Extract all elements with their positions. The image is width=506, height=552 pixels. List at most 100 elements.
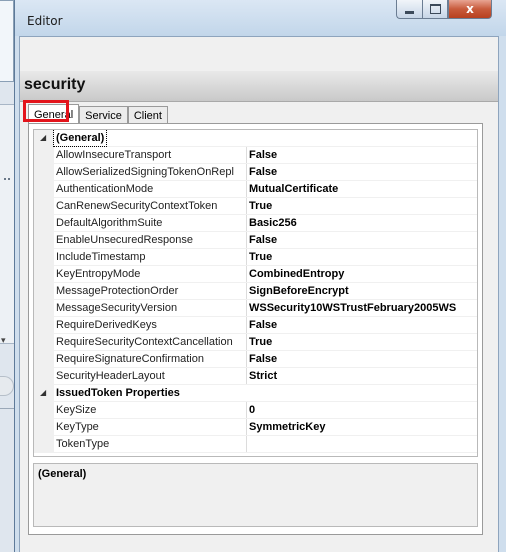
property-row[interactable]: AllowInsecureTransport False <box>34 147 477 164</box>
property-row[interactable]: KeyType SymmetricKey <box>34 419 477 436</box>
property-value[interactable]: SignBeforeEncrypt <box>249 283 349 299</box>
window-client-area: security General Service Client ◢ (Gener… <box>19 36 499 552</box>
grid-gutter <box>34 198 54 214</box>
property-row[interactable]: EnableUnsecuredResponse False <box>34 232 477 249</box>
collapse-triangle-icon[interactable]: ◢ <box>40 130 46 146</box>
property-row[interactable]: MessageProtectionOrder SignBeforeEncrypt <box>34 283 477 300</box>
minimize-icon <box>405 10 414 14</box>
property-name: AllowSerializedSigningTokenOnRepl <box>56 164 247 180</box>
grid-gutter <box>34 368 54 384</box>
property-row[interactable]: RequireSecurityContextCancellation True <box>34 334 477 351</box>
property-value[interactable]: 0 <box>249 402 255 418</box>
tab-label: Client <box>133 109 162 122</box>
property-name: KeySize <box>56 402 247 418</box>
property-value[interactable]: WSSecurity10WSTrustFebruary2005WS <box>249 300 456 316</box>
tab-client[interactable]: Client <box>127 106 168 124</box>
grid-gutter <box>34 283 54 299</box>
section-title: security <box>24 76 86 93</box>
tab-page-general: ◢ (General) AllowInsecureTransport False … <box>28 123 483 535</box>
grid-category-row[interactable]: ◢ IssuedToken Properties <box>34 385 477 402</box>
grid-gutter <box>34 419 54 435</box>
property-value[interactable]: False <box>249 147 277 163</box>
editor-window: Editor x security General Service Client… <box>14 0 506 552</box>
grid-gutter <box>34 164 54 180</box>
property-name: CanRenewSecurityContextToken <box>56 198 247 214</box>
property-row[interactable]: KeySize 0 <box>34 402 477 419</box>
description-pane: (General) <box>33 463 478 527</box>
property-name: TokenType <box>56 436 247 452</box>
background-button[interactable] <box>0 376 14 396</box>
property-name: RequireSecurityContextCancellation <box>56 334 247 350</box>
property-value[interactable]: True <box>249 249 272 265</box>
section-header: security <box>20 71 498 102</box>
property-value[interactable]: True <box>249 334 272 350</box>
property-name: RequireDerivedKeys <box>56 317 247 333</box>
grid-gutter <box>34 402 54 418</box>
property-name: DefaultAlgorithmSuite <box>56 215 247 231</box>
splitter-gripper-icon[interactable] <box>4 178 10 188</box>
property-name: SecurityHeaderLayout <box>56 368 247 384</box>
grid-gutter <box>34 436 54 452</box>
property-name: IncludeTimestamp <box>56 249 247 265</box>
property-name: MessageProtectionOrder <box>56 283 247 299</box>
grid-gutter <box>34 317 54 333</box>
grid-category-row[interactable]: ◢ (General) <box>34 130 477 147</box>
highlight-annotation <box>23 100 69 122</box>
property-row[interactable]: AllowSerializedSigningTokenOnRepl False <box>34 164 477 181</box>
property-value[interactable]: Strict <box>249 368 277 384</box>
chevron-down-icon[interactable]: ▾ <box>1 336 6 346</box>
property-row[interactable]: CanRenewSecurityContextToken True <box>34 198 477 215</box>
window-title: Editor <box>27 14 63 28</box>
grid-gutter: ◢ <box>34 130 54 146</box>
property-value[interactable]: Basic256 <box>249 215 297 231</box>
property-value[interactable]: SymmetricKey <box>249 419 325 435</box>
property-row[interactable]: MessageSecurityVersion WSSecurity10WSTrus… <box>34 300 477 317</box>
property-row[interactable]: AuthenticationMode MutualCertificate <box>34 181 477 198</box>
property-value[interactable]: False <box>249 164 277 180</box>
minimize-button[interactable] <box>396 0 422 19</box>
property-grid[interactable]: ◢ (General) AllowInsecureTransport False … <box>33 129 478 457</box>
bottom-bar <box>20 540 498 552</box>
grid-gutter <box>34 351 54 367</box>
grid-gutter <box>34 181 54 197</box>
grid-gutter <box>34 300 54 316</box>
property-name: AllowInsecureTransport <box>56 147 247 163</box>
tab-service[interactable]: Service <box>79 106 128 124</box>
property-row[interactable]: TokenType <box>34 436 477 453</box>
property-row[interactable]: DefaultAlgorithmSuite Basic256 <box>34 215 477 232</box>
property-name: KeyEntropyMode <box>56 266 247 282</box>
property-name: KeyType <box>56 419 247 435</box>
property-row[interactable]: IncludeTimestamp True <box>34 249 477 266</box>
property-row[interactable]: RequireSignatureConfirmation False <box>34 351 477 368</box>
category-label: (General) <box>52 130 108 147</box>
maximize-button[interactable] <box>422 0 448 19</box>
property-name: AuthenticationMode <box>56 181 247 197</box>
property-value[interactable]: True <box>249 198 272 214</box>
grid-gutter <box>34 215 54 231</box>
caption-buttons: x <box>396 0 492 20</box>
property-value[interactable]: False <box>249 317 277 333</box>
maximize-icon <box>429 4 441 14</box>
property-row[interactable]: KeyEntropyMode CombinedEntropy <box>34 266 477 283</box>
grid-gutter: ◢ <box>34 385 54 401</box>
description-title: (General) <box>38 468 87 480</box>
grid-gutter <box>34 147 54 163</box>
tab-label: Service <box>85 109 122 122</box>
close-button[interactable]: x <box>448 0 492 19</box>
property-name: MessageSecurityVersion <box>56 300 247 316</box>
property-value[interactable]: MutualCertificate <box>249 181 338 197</box>
category-label: IssuedToken Properties <box>56 387 180 399</box>
grid-gutter <box>34 334 54 350</box>
grid-gutter <box>34 249 54 265</box>
property-row[interactable]: RequireDerivedKeys False <box>34 317 477 334</box>
grid-gutter <box>34 266 54 282</box>
property-value[interactable]: CombinedEntropy <box>249 266 344 282</box>
collapse-triangle-icon[interactable]: ◢ <box>40 385 46 401</box>
background-window-frame <box>0 0 14 82</box>
property-row[interactable]: SecurityHeaderLayout Strict <box>34 368 477 385</box>
title-bar[interactable]: Editor x <box>15 0 506 36</box>
property-name: EnableUnsecuredResponse <box>56 232 247 248</box>
property-value[interactable]: False <box>249 232 277 248</box>
close-icon: x <box>466 2 474 16</box>
property-value[interactable]: False <box>249 351 277 367</box>
